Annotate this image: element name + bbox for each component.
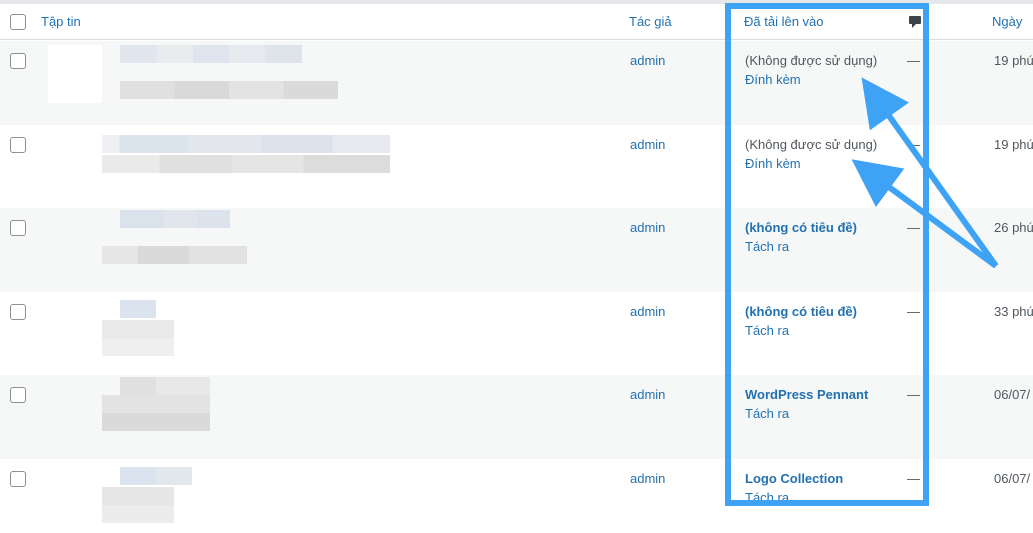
attach-link[interactable]: Đính kèm xyxy=(745,156,801,171)
uploaded-to-link[interactable]: WordPress Pennant xyxy=(745,387,868,402)
file-name-redacted xyxy=(102,155,390,173)
upload-date: 06/07/ xyxy=(994,387,1031,402)
upload-date: 19 phú xyxy=(994,53,1033,68)
comment-bubble-icon[interactable] xyxy=(908,15,922,29)
file-title-redacted[interactable] xyxy=(120,467,192,485)
row-checkbox[interactable] xyxy=(10,304,26,320)
column-author[interactable]: Tác giả xyxy=(629,14,672,29)
row-checkbox[interactable] xyxy=(10,53,26,69)
row-checkbox[interactable] xyxy=(10,137,26,153)
author-link[interactable]: admin xyxy=(630,387,665,402)
detach-link[interactable]: Tách ra xyxy=(745,323,789,338)
file-title-redacted[interactable] xyxy=(120,45,302,63)
detach-link[interactable]: Tách ra xyxy=(745,239,789,254)
author-link[interactable]: admin xyxy=(630,220,665,235)
row-checkbox[interactable] xyxy=(10,220,26,236)
row-checkbox[interactable] xyxy=(10,387,26,403)
table-row: admin WordPress Pennant Tách ra — 06/07/ xyxy=(0,375,1033,459)
column-date[interactable]: Ngày xyxy=(992,14,1022,29)
file-title-redacted[interactable] xyxy=(120,300,156,318)
upload-date: 19 phú xyxy=(994,137,1033,152)
comment-count: — xyxy=(907,137,920,152)
file-title-redacted[interactable] xyxy=(102,135,390,153)
file-name-redacted xyxy=(102,246,247,264)
uploaded-to-link[interactable]: (không có tiêu đề) xyxy=(745,220,857,235)
row-checkbox[interactable] xyxy=(10,471,26,487)
upload-date: 06/07/ xyxy=(994,471,1031,486)
file-name-redacted xyxy=(120,81,338,99)
attach-link[interactable]: Đính kèm xyxy=(745,72,801,87)
select-all-checkbox[interactable] xyxy=(10,14,26,30)
author-link[interactable]: admin xyxy=(630,53,665,68)
column-file[interactable]: Tập tin xyxy=(41,14,81,29)
detach-link[interactable]: Tách ra xyxy=(745,406,789,421)
uploaded-to-text: (Không được sử dụng) xyxy=(745,53,878,68)
table-row: admin (không có tiêu đề) Tách ra — 33 ph… xyxy=(0,292,1033,376)
table-row: admin Logo Collection Tách ra — 06/07/ xyxy=(0,459,1033,533)
comment-count: — xyxy=(907,304,920,319)
file-name-redacted xyxy=(102,320,174,356)
comment-count: — xyxy=(907,220,920,235)
table-header: Tập tin Tác giả Đã tải lên vào Ngày xyxy=(0,4,1033,40)
author-link[interactable]: admin xyxy=(630,304,665,319)
table-row: admin (Không được sử dụng) Đính kèm — 19… xyxy=(0,41,1033,125)
detach-link[interactable]: Tách ra xyxy=(745,490,789,505)
table-row: admin (Không được sử dụng) Đính kèm — 19… xyxy=(0,125,1033,209)
comment-count: — xyxy=(907,471,920,486)
upload-date: 33 phú xyxy=(994,304,1033,319)
comment-count: — xyxy=(907,387,920,402)
file-title-redacted[interactable] xyxy=(120,377,210,395)
file-thumbnail[interactable] xyxy=(48,45,102,103)
author-link[interactable]: admin xyxy=(630,137,665,152)
column-uploaded-to[interactable]: Đã tải lên vào xyxy=(744,14,824,29)
upload-date: 26 phú xyxy=(994,220,1033,235)
author-link[interactable]: admin xyxy=(630,471,665,486)
uploaded-to-link[interactable]: Logo Collection xyxy=(745,471,843,486)
uploaded-to-link[interactable]: (không có tiêu đề) xyxy=(745,304,857,319)
uploaded-to-text: (Không được sử dụng) xyxy=(745,137,878,152)
file-title-redacted[interactable] xyxy=(120,210,230,228)
table-row: admin (không có tiêu đề) Tách ra — 26 ph… xyxy=(0,208,1033,292)
file-name-redacted xyxy=(102,395,210,431)
comment-count: — xyxy=(907,53,920,68)
file-name-redacted xyxy=(102,487,174,523)
